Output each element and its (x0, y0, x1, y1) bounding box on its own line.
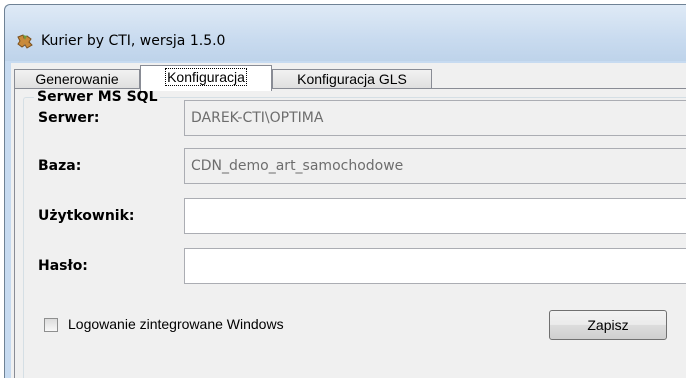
group-title: Serwer MS SQL (34, 89, 161, 105)
windows-auth-label[interactable]: Logowanie zintegrowane Windows (68, 316, 284, 332)
server-label: Serwer: (38, 110, 100, 126)
database-label: Baza: (38, 158, 82, 174)
puzzle-icon (15, 31, 35, 51)
tab-generowanie[interactable]: Generowanie (14, 69, 140, 89)
title-bar[interactable]: Kurier by CTI, wersja 1.5.0 (5, 5, 686, 61)
password-label: Hasło: (38, 258, 88, 274)
server-field[interactable] (184, 100, 686, 136)
sql-server-groupbox: Serwer MS SQL Serwer: Baza: Użytkownik: … (23, 89, 686, 378)
tab-panel-konfiguracja: Serwer MS SQL Serwer: Baza: Użytkownik: … (14, 88, 686, 378)
tab-strip: Generowanie Konfiguracja Konfiguracja GL… (14, 65, 686, 91)
tab-label: Konfiguracja (165, 68, 247, 86)
password-field[interactable] (184, 248, 686, 284)
client-area: Generowanie Konfiguracja Konfiguracja GL… (11, 63, 686, 378)
window-title: Kurier by CTI, wersja 1.5.0 (41, 33, 226, 49)
user-field[interactable] (184, 198, 686, 234)
save-button[interactable]: Zapisz (549, 310, 667, 340)
database-field[interactable] (184, 148, 686, 184)
windows-auth-checkbox[interactable] (44, 318, 58, 332)
app-window: Kurier by CTI, wersja 1.5.0 Generowanie … (4, 4, 686, 378)
tab-konfiguracja[interactable]: Konfiguracja (140, 65, 272, 91)
user-label: Użytkownik: (38, 208, 135, 224)
tab-konfiguracja-gls[interactable]: Konfiguracja GLS (272, 69, 432, 89)
tab-label: Konfiguracja GLS (297, 71, 407, 87)
tab-label: Generowanie (35, 71, 119, 87)
